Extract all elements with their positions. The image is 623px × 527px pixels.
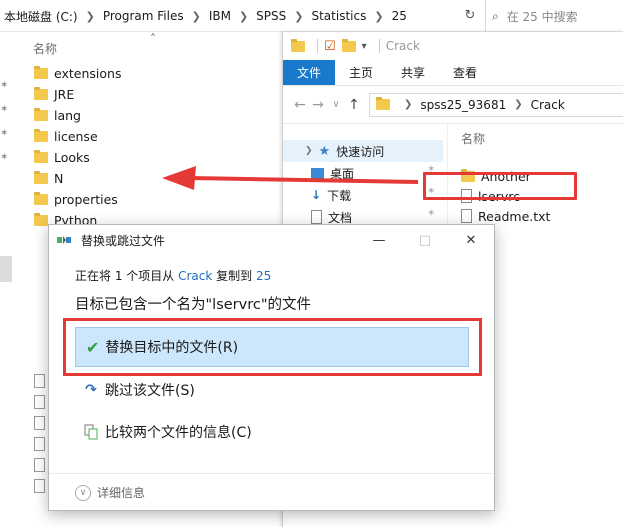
red-arrow-icon xyxy=(162,166,419,190)
text-file-icon xyxy=(461,209,472,223)
search-box[interactable]: ⌕ 在 25 中搜索 xyxy=(492,6,623,26)
pin-icon: ✶ xyxy=(0,104,9,115)
copy-status: 正在将 1 个项目从 Crack 复制到 25 xyxy=(75,269,272,283)
partial-file-icons xyxy=(34,374,45,500)
star-icon: ★ xyxy=(318,143,331,159)
back-arrow-icon[interactable]: ← xyxy=(291,97,309,113)
pin-icon: ✶ xyxy=(0,128,9,139)
search-icon: ⌕ xyxy=(492,8,499,23)
pin-icon: ✶ xyxy=(0,80,9,91)
maximize-icon: □ xyxy=(418,232,432,248)
compare-files-icon xyxy=(83,424,99,440)
tab-view[interactable]: 查看 xyxy=(439,60,491,85)
breadcrumb-item[interactable]: spss25_93681 xyxy=(420,98,506,112)
source-link[interactable]: Crack xyxy=(178,269,212,283)
close-icon[interactable]: ✕ xyxy=(448,225,494,255)
title-bar: ☑ ▾ Crack xyxy=(283,32,623,60)
document-icon xyxy=(311,210,322,224)
chevron-right-icon: ❯ xyxy=(404,99,413,110)
chevron-right-icon: ❯ xyxy=(238,9,249,23)
replace-highlight-box xyxy=(63,318,482,376)
back-breadcrumb[interactable]: 本地磁盘 (C:) ❯ Program Files ❯ IBM ❯ SPSS ❯… xyxy=(0,0,486,32)
nav-selection-edge xyxy=(0,256,12,282)
chevron-right-icon: ❯ xyxy=(294,9,304,23)
dialog-title: 替换或跳过文件 xyxy=(81,233,166,248)
list-item[interactable]: JRE xyxy=(34,84,274,105)
conflict-heading: 目标已包含一个名为"lservrc"的文件 xyxy=(75,297,311,313)
column-header-name[interactable]: 名称 xyxy=(461,126,621,150)
breadcrumb-item[interactable]: IBM xyxy=(209,9,231,23)
chevron-right-icon: ❯ xyxy=(374,9,384,23)
forward-arrow-icon[interactable]: → xyxy=(309,97,327,113)
file-icon xyxy=(34,374,45,388)
list-item[interactable]: extensions xyxy=(34,63,274,84)
folder-icon xyxy=(34,213,48,226)
skip-option-button[interactable]: ↷ 跳过该文件(S) xyxy=(83,378,195,402)
folder-icon xyxy=(34,66,48,79)
folder-icon xyxy=(34,129,48,142)
breadcrumb-item[interactable]: 25 xyxy=(392,9,407,23)
breadcrumb-item[interactable]: SPSS xyxy=(256,9,286,23)
ribbon-tabs: 文件 主页 共享 查看 xyxy=(283,60,623,86)
lservrc-highlight-box xyxy=(423,172,577,200)
chevron-up-icon: ˄ xyxy=(150,32,156,46)
refresh-icon[interactable]: ↻ xyxy=(462,8,478,24)
pin-icons: ✶ ✶ ✶ ✶ xyxy=(0,80,12,176)
chevron-right-icon: ❯ xyxy=(514,99,523,110)
skip-arrow-icon: ↷ xyxy=(85,382,97,398)
column-header-name[interactable]: 名称 xyxy=(33,40,57,57)
search-placeholder: 在 25 中搜索 xyxy=(506,9,578,24)
folder-icon xyxy=(34,87,48,100)
compare-option-button[interactable]: 比较两个文件的信息(C) xyxy=(83,420,252,444)
file-icon xyxy=(34,479,45,493)
list-item[interactable]: license xyxy=(34,126,274,147)
breadcrumb-item[interactable]: Crack xyxy=(531,98,565,112)
back-address-bar: 本地磁盘 (C:) ❯ Program Files ❯ IBM ❯ SPSS ❯… xyxy=(0,0,623,32)
expand-chevron-icon: ❯ xyxy=(305,146,313,156)
nav-quick-access[interactable]: ❯ ★ 快速访问 xyxy=(283,140,443,162)
back-file-list: extensions JRE lang license Looks N prop… xyxy=(34,63,274,231)
folder-icon xyxy=(34,171,48,184)
window-controls: — □ ✕ xyxy=(356,225,494,255)
tab-file[interactable]: 文件 xyxy=(283,60,336,85)
breadcrumb-item[interactable]: Program Files xyxy=(103,9,184,23)
list-item[interactable]: Readme.txt xyxy=(461,206,621,226)
file-icon xyxy=(34,395,45,409)
pin-icon: ✶ xyxy=(0,152,9,163)
list-item[interactable]: lang xyxy=(34,105,274,126)
up-arrow-icon[interactable]: ↑ xyxy=(345,97,363,113)
properties-icon[interactable]: ☑ xyxy=(324,39,336,54)
front-breadcrumb[interactable]: ❯ spss25_93681 ❯ Crack xyxy=(369,92,623,117)
window-title: Crack xyxy=(385,39,420,53)
tab-share[interactable]: 共享 xyxy=(387,60,439,85)
tab-home[interactable]: 主页 xyxy=(335,60,387,85)
breadcrumb-item[interactable]: 本地磁盘 (C:) xyxy=(4,8,78,25)
expand-chevron-icon: ∨ xyxy=(75,484,91,501)
folder-icon xyxy=(376,97,390,110)
details-toggle[interactable]: ∨ 详细信息 xyxy=(49,473,494,511)
chevron-right-icon: ❯ xyxy=(191,9,201,23)
destination-link[interactable]: 25 xyxy=(256,269,271,283)
folder-icon xyxy=(34,192,48,205)
file-icon xyxy=(34,458,45,472)
recent-dropdown-icon[interactable]: ∨ xyxy=(327,99,345,110)
file-icon xyxy=(34,437,45,451)
new-folder-icon[interactable] xyxy=(341,38,356,52)
replace-or-skip-dialog: 替换或跳过文件 — □ ✕ 正在将 1 个项目从 Crack 复制到 25 目标… xyxy=(48,224,495,511)
chevron-right-icon: ❯ xyxy=(85,9,95,23)
minimize-icon[interactable]: — xyxy=(356,225,402,255)
breadcrumb-item[interactable]: Statistics xyxy=(311,9,366,23)
copy-files-icon xyxy=(57,234,75,246)
navigation-bar: ← → ∨ ↑ ❯ spss25_93681 ❯ Crack xyxy=(283,86,623,124)
customize-toolbar-icon[interactable]: ▾ xyxy=(362,41,367,52)
folder-icon xyxy=(291,38,305,52)
file-icon xyxy=(34,416,45,430)
folder-icon xyxy=(34,108,48,121)
folder-icon xyxy=(34,150,48,163)
